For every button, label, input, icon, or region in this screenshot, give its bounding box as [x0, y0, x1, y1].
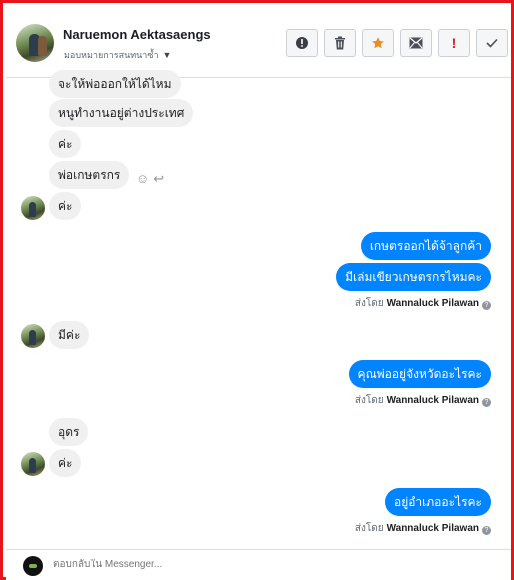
- outgoing-message[interactable]: อยู่อำเภออะไรคะ: [384, 488, 491, 516]
- reply-composer: [6, 549, 511, 580]
- sent-by-label: ส่งโดย Wannaluck Pilawan?: [355, 521, 491, 536]
- agent-name[interactable]: Wannaluck Pilawan: [387, 523, 479, 534]
- star-icon: [372, 37, 384, 49]
- incoming-message[interactable]: ค่ะ: [49, 449, 82, 477]
- incoming-message[interactable]: ค่ะ: [49, 130, 82, 158]
- incoming-message[interactable]: ค่ะ: [49, 192, 82, 220]
- assign-dropdown[interactable]: มอบหมายการสนทนาซ้ำ ▼: [64, 48, 171, 62]
- emoji-react-icon[interactable]: ☺: [136, 171, 149, 187]
- contact-avatar-small[interactable]: [21, 324, 45, 348]
- incoming-message[interactable]: พ่อเกษตรกร: [49, 161, 130, 189]
- sent-by-prefix: ส่งโดย: [354, 395, 384, 406]
- action-toolbar: !: [286, 29, 508, 57]
- agent-name[interactable]: Wannaluck Pilawan: [387, 395, 479, 406]
- reply-input[interactable]: [53, 559, 453, 570]
- sent-by-prefix: ส่งโดย: [354, 298, 384, 309]
- reply-icon[interactable]: ↩: [153, 171, 164, 187]
- sent-by-label: ส่งโดย Wannaluck Pilawan?: [355, 393, 491, 408]
- contact-avatar-small[interactable]: [21, 196, 45, 220]
- mark-unread-button[interactable]: [400, 29, 432, 57]
- info-icon[interactable]: ?: [482, 301, 491, 310]
- contact-name[interactable]: Naruemon Aektasaengs: [63, 27, 211, 42]
- incoming-message[interactable]: หนูทำงานอยู่ต่างประเทศ: [49, 99, 194, 127]
- page-logo: [23, 556, 43, 576]
- message-thread[interactable]: จะให้พ่อออกให้ได้ไหม หนูทำงานอยู่ต่างประ…: [6, 70, 511, 549]
- star-button[interactable]: [362, 29, 394, 57]
- spam-button[interactable]: !: [438, 29, 470, 57]
- delete-button[interactable]: [324, 29, 356, 57]
- spam-icon: !: [451, 35, 457, 51]
- info-icon[interactable]: ?: [482, 526, 491, 535]
- caret-down-icon: ▼: [162, 50, 172, 60]
- sent-by-prefix: ส่งโดย: [354, 523, 384, 534]
- incoming-message[interactable]: อุดร: [49, 418, 89, 446]
- contact-avatar-small[interactable]: [21, 452, 45, 476]
- envelope-icon: [409, 37, 423, 49]
- agent-name[interactable]: Wannaluck Pilawan: [387, 298, 479, 309]
- mark-important-button[interactable]: [286, 29, 318, 57]
- conversation-header: Naruemon Aektasaengs มอบหมายการสนทนาซ้ำ ▼…: [6, 6, 511, 78]
- info-icon[interactable]: ?: [482, 398, 491, 407]
- outgoing-message[interactable]: เกษตรออกได้จ้าลูกค้า: [360, 232, 491, 260]
- outgoing-message[interactable]: คุณพ่ออยู่จังหวัดอะไรคะ: [348, 360, 491, 388]
- outgoing-message[interactable]: มีเล่มเขียวเกษตรกรไหมคะ: [336, 263, 491, 291]
- mark-done-button[interactable]: [476, 29, 508, 57]
- message-actions: ☺ ↩: [136, 171, 164, 187]
- alert-circle-icon: [296, 37, 308, 49]
- messenger-window: Naruemon Aektasaengs มอบหมายการสนทนาซ้ำ ▼…: [0, 0, 514, 580]
- trash-icon: [335, 36, 345, 50]
- incoming-message[interactable]: จะให้พ่อออกให้ได้ไหม: [49, 70, 181, 98]
- assign-label: มอบหมายการสนทนาซ้ำ: [64, 50, 159, 60]
- incoming-message[interactable]: มีค่ะ: [49, 321, 90, 349]
- sent-by-label: ส่งโดย Wannaluck Pilawan?: [355, 296, 491, 311]
- contact-avatar[interactable]: [16, 24, 54, 62]
- check-icon: [486, 38, 498, 48]
